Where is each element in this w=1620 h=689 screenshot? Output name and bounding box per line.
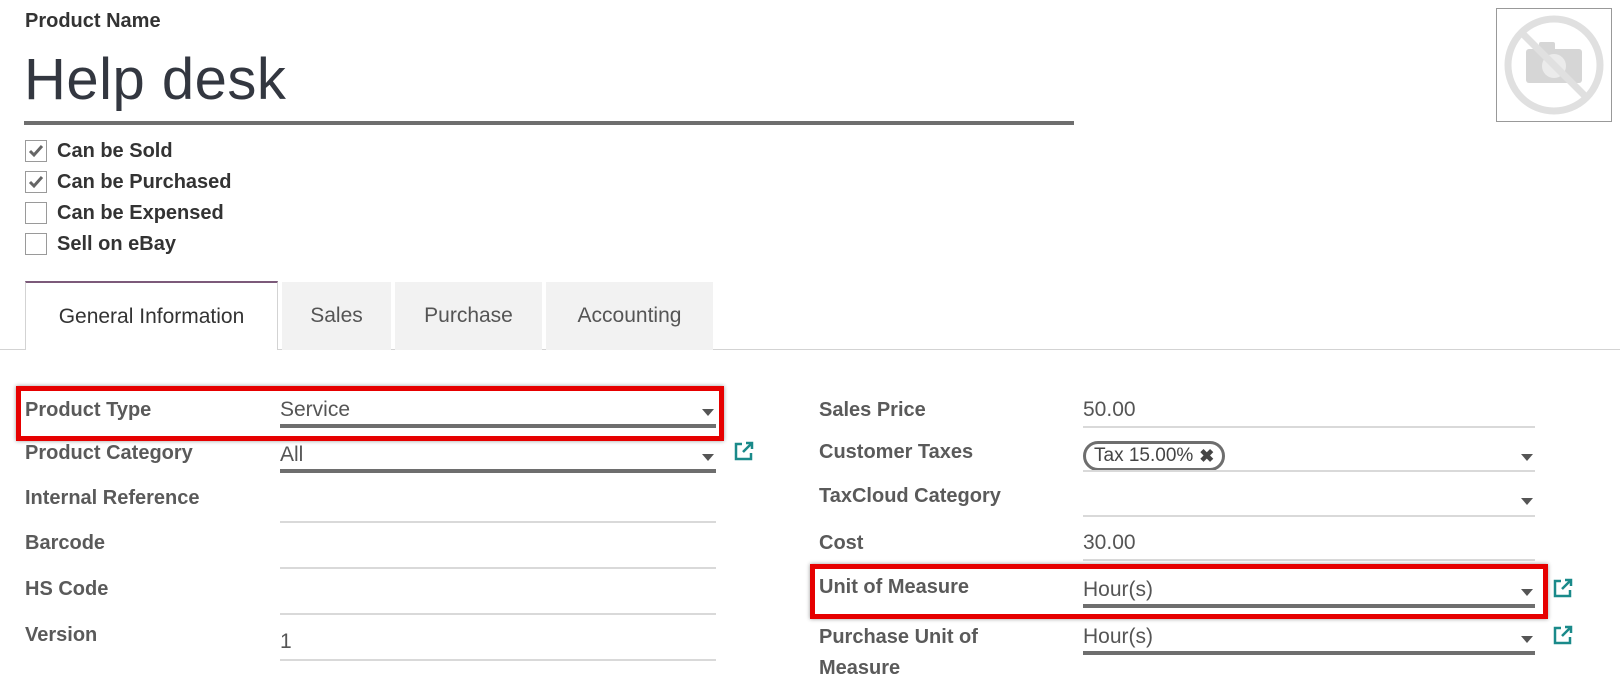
option-can-be-purchased[interactable]: Can be Purchased bbox=[25, 169, 232, 195]
external-link-icon[interactable] bbox=[1552, 577, 1574, 599]
product-name-label: Product Name bbox=[25, 10, 161, 32]
field-label-product-category: Product Category bbox=[25, 442, 193, 464]
field-label-product-type: Product Type bbox=[25, 399, 152, 421]
tab-general-information[interactable]: General Information bbox=[25, 281, 278, 350]
option-label: Can be Expensed bbox=[57, 201, 224, 224]
hs-code-input[interactable] bbox=[280, 579, 716, 603]
chevron-down-icon[interactable] bbox=[1521, 498, 1533, 505]
label-line: Measure bbox=[819, 657, 901, 679]
field-underline bbox=[1083, 470, 1535, 472]
label-line: Purchase Unit of bbox=[819, 626, 978, 648]
chevron-down-icon[interactable] bbox=[702, 409, 714, 416]
field-label-internal-reference: Internal Reference bbox=[25, 487, 200, 509]
purchase-unit-of-measure-select[interactable]: Hour(s) bbox=[1083, 625, 1153, 649]
internal-reference-input[interactable] bbox=[280, 488, 716, 512]
chevron-down-icon[interactable] bbox=[1521, 589, 1533, 596]
option-label: Can be Sold bbox=[57, 139, 173, 162]
field-underline bbox=[280, 567, 716, 569]
field-label-cost: Cost bbox=[819, 532, 864, 554]
field-underline bbox=[280, 424, 716, 428]
checkbox-can-be-purchased[interactable] bbox=[25, 171, 47, 193]
field-underline bbox=[1083, 651, 1535, 655]
checkbox-can-be-expensed[interactable] bbox=[25, 202, 47, 224]
tax-tag: Tax 15.00% ✖ bbox=[1083, 441, 1226, 471]
field-label-version: Version bbox=[25, 624, 98, 646]
chevron-down-icon[interactable] bbox=[1521, 636, 1533, 643]
product-type-select[interactable]: Service bbox=[280, 398, 350, 422]
check-icon bbox=[28, 145, 44, 158]
barcode-input[interactable] bbox=[280, 533, 716, 557]
field-label-hs-code: HS Code bbox=[25, 578, 109, 600]
cost-input[interactable]: 30.00 bbox=[1083, 531, 1533, 555]
tab-accounting[interactable]: Accounting bbox=[546, 282, 713, 350]
chevron-down-icon[interactable] bbox=[702, 454, 714, 461]
field-label-purchase-unit-of-measure: Purchase Unit of Measure bbox=[819, 622, 978, 684]
no-image-camera-icon bbox=[1504, 15, 1604, 115]
option-can-be-expensed[interactable]: Can be Expensed bbox=[25, 200, 224, 226]
option-can-be-sold[interactable]: Can be Sold bbox=[25, 138, 173, 164]
field-label-sales-price: Sales Price bbox=[819, 399, 926, 421]
field-underline bbox=[280, 659, 716, 661]
product-name-underline bbox=[24, 121, 1074, 125]
field-label-taxcloud-category: TaxCloud Category bbox=[819, 485, 1001, 507]
option-label: Sell on eBay bbox=[57, 232, 176, 255]
sales-price-input[interactable]: 50.00 bbox=[1083, 398, 1533, 422]
tax-tag-label: Tax 15.00% bbox=[1094, 445, 1194, 466]
option-sell-on-ebay[interactable]: Sell on eBay bbox=[25, 231, 176, 257]
field-label-customer-taxes: Customer Taxes bbox=[819, 441, 974, 463]
field-underline bbox=[280, 613, 716, 615]
product-image[interactable] bbox=[1496, 8, 1612, 122]
unit-of-measure-select[interactable]: Hour(s) bbox=[1083, 578, 1153, 602]
field-underline bbox=[1083, 426, 1535, 428]
option-label: Can be Purchased bbox=[57, 170, 232, 193]
tab-purchase[interactable]: Purchase bbox=[395, 282, 542, 350]
tab-sales[interactable]: Sales bbox=[282, 282, 391, 350]
checkbox-sell-on-ebay[interactable] bbox=[25, 233, 47, 255]
field-label-unit-of-measure: Unit of Measure bbox=[819, 576, 970, 598]
product-name-input[interactable]: Help desk bbox=[24, 46, 286, 113]
field-underline bbox=[280, 521, 716, 523]
field-underline bbox=[1083, 559, 1535, 561]
field-underline bbox=[280, 469, 716, 473]
taxcloud-category-select[interactable] bbox=[1083, 486, 1503, 510]
external-link-icon[interactable] bbox=[733, 440, 755, 462]
product-category-select[interactable]: All bbox=[280, 443, 303, 467]
external-link-icon[interactable] bbox=[1552, 624, 1574, 646]
field-underline bbox=[1083, 604, 1535, 608]
version-input[interactable]: 1 bbox=[280, 630, 716, 654]
check-icon bbox=[28, 176, 44, 189]
field-underline bbox=[1083, 515, 1535, 517]
remove-tag-icon[interactable]: ✖ bbox=[1199, 446, 1214, 467]
checkbox-can-be-sold[interactable] bbox=[25, 140, 47, 162]
field-label-barcode: Barcode bbox=[25, 532, 106, 554]
chevron-down-icon[interactable] bbox=[1521, 454, 1533, 461]
